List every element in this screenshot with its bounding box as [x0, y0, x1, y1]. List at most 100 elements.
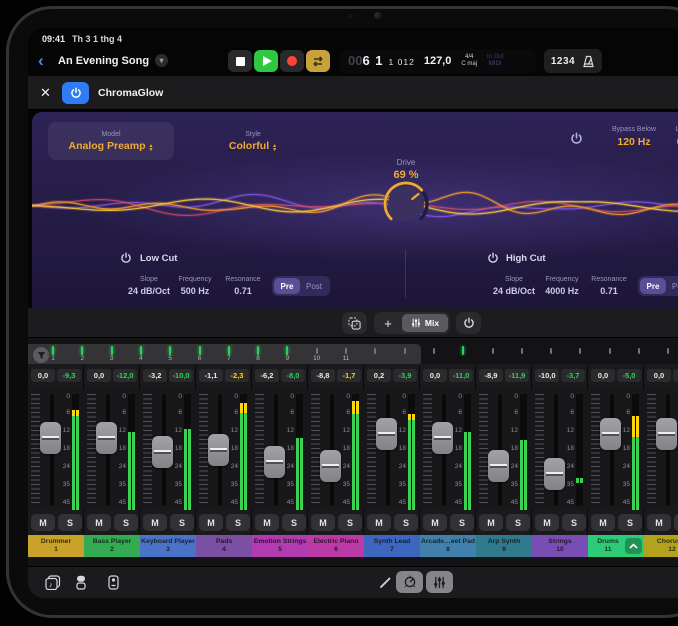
stack-expander-button[interactable]: [625, 538, 642, 554]
pre-button[interactable]: Pre: [640, 278, 666, 294]
chevron-down-icon[interactable]: ▾: [155, 54, 168, 67]
plugins-button[interactable]: [104, 574, 122, 590]
plugin-power-button[interactable]: [62, 82, 89, 104]
controls-view-button[interactable]: [396, 571, 423, 593]
close-icon[interactable]: ✕: [40, 85, 51, 101]
post-button[interactable]: Post: [300, 278, 328, 294]
mute-button[interactable]: M: [31, 514, 55, 531]
mute-button[interactable]: M: [479, 514, 503, 531]
solo-button[interactable]: S: [674, 514, 678, 531]
solo-button[interactable]: S: [282, 514, 306, 531]
mute-button[interactable]: M: [87, 514, 111, 531]
track-name-cell[interactable]: Strings10: [532, 535, 588, 557]
solo-button[interactable]: S: [338, 514, 362, 531]
peak-value-chip[interactable]: -9,3: [57, 369, 81, 382]
track-name-cell[interactable]: Emotion Strings5: [252, 535, 308, 557]
high-cut-frequency[interactable]: Frequency4000 Hz: [540, 276, 584, 296]
peak-value-chip[interactable]: -3,9: [393, 369, 417, 382]
mixer-power-button[interactable]: [456, 312, 481, 334]
fader-handle[interactable]: [40, 422, 61, 454]
mute-button[interactable]: M: [647, 514, 671, 531]
fader-value-chip[interactable]: -6,2: [255, 369, 279, 382]
high-cut-resonance[interactable]: Resonance0.71: [588, 276, 630, 296]
solo-button[interactable]: S: [226, 514, 250, 531]
record-button[interactable]: [280, 50, 304, 72]
track-name-cell[interactable]: Arp Synth9: [476, 535, 532, 557]
solo-button[interactable]: S: [562, 514, 586, 531]
edit-button[interactable]: [376, 574, 394, 590]
level-control[interactable]: Level 0.0: [654, 126, 678, 148]
bypass-power-icon[interactable]: [570, 132, 583, 145]
mute-button[interactable]: M: [591, 514, 615, 531]
peak-value-chip[interactable]: -10,0: [169, 369, 193, 382]
peak-value-chip[interactable]: [673, 369, 678, 382]
fader-value-chip[interactable]: -8,8: [311, 369, 335, 382]
peak-value-chip[interactable]: -1,7: [337, 369, 361, 382]
drive-knob[interactable]: [380, 178, 432, 230]
routing-button[interactable]: [72, 574, 90, 590]
track-name-cell[interactable]: Chorus V12: [644, 535, 678, 557]
solo-button[interactable]: S: [170, 514, 194, 531]
peak-value-chip[interactable]: -11,9: [505, 369, 529, 382]
track-name-cell[interactable]: Arcade…eet Pad8: [420, 535, 476, 557]
high-cut-power-icon[interactable]: [487, 252, 499, 264]
fader-value-chip[interactable]: 0,0: [647, 369, 671, 382]
track-name-cell[interactable]: Keyboard Player3: [140, 535, 196, 557]
solo-button[interactable]: S: [58, 514, 82, 531]
mute-button[interactable]: M: [535, 514, 559, 531]
mute-button[interactable]: M: [143, 514, 167, 531]
low-cut-power-icon[interactable]: [120, 252, 132, 264]
mute-button[interactable]: M: [367, 514, 391, 531]
fader-handle[interactable]: [656, 418, 677, 450]
mix-view-button[interactable]: Mix: [402, 314, 448, 332]
low-cut-frequency[interactable]: Frequency500 Hz: [174, 276, 216, 296]
peak-value-chip[interactable]: -8,0: [281, 369, 305, 382]
fader-handle[interactable]: [544, 458, 565, 490]
track-name-cell[interactable]: Drums11: [588, 535, 644, 557]
back-chevron-icon[interactable]: ‹: [38, 50, 44, 72]
track-name-cell[interactable]: Pads4: [196, 535, 252, 557]
metronome-icon[interactable]: [582, 55, 595, 68]
peak-value-chip[interactable]: -5,0: [617, 369, 641, 382]
post-button[interactable]: Post: [666, 278, 678, 294]
track-name-cell[interactable]: Bass Player2: [84, 535, 140, 557]
fader-value-chip[interactable]: -3,2: [143, 369, 167, 382]
fader-value-chip[interactable]: 0,0: [423, 369, 447, 382]
browser-button[interactable]: ♪: [44, 574, 62, 590]
stop-button[interactable]: [228, 50, 252, 72]
cycle-button[interactable]: [306, 50, 330, 72]
filter-button[interactable]: [33, 347, 49, 363]
lcd-display[interactable]: 006 1 1 012 127,0 4/4C maj In OutMIDI: [340, 49, 536, 73]
add-button[interactable]: +: [374, 316, 402, 331]
bar-ruler[interactable]: 1234567891011: [28, 344, 678, 366]
track-name-cell[interactable]: Drummer1: [28, 535, 84, 557]
solo-button[interactable]: S: [394, 514, 418, 531]
fader-handle[interactable]: [208, 434, 229, 466]
fader-handle[interactable]: [152, 436, 173, 468]
low-cut-slope[interactable]: Slope24 dB/Oct: [126, 276, 172, 296]
style-selector[interactable]: Style Colorful▲▼: [198, 122, 308, 160]
fader-value-chip[interactable]: 0,0: [591, 369, 615, 382]
fader-handle[interactable]: [264, 446, 285, 478]
low-cut-resonance[interactable]: Resonance0.71: [222, 276, 264, 296]
count-in-button[interactable]: 1234: [551, 56, 575, 67]
peak-value-chip[interactable]: -3,7: [561, 369, 585, 382]
track-name-cell[interactable]: Electric Piano6: [308, 535, 364, 557]
solo-button[interactable]: S: [450, 514, 474, 531]
fader-value-chip[interactable]: 0,2: [367, 369, 391, 382]
fader-value-chip[interactable]: 0,0: [87, 369, 111, 382]
peak-value-chip[interactable]: -2,3: [225, 369, 249, 382]
duplicate-button[interactable]: [342, 312, 367, 334]
high-cut-slope[interactable]: Slope24 dB/Oct: [491, 276, 537, 296]
mute-button[interactable]: M: [255, 514, 279, 531]
fader-handle[interactable]: [320, 450, 341, 482]
solo-button[interactable]: S: [506, 514, 530, 531]
fader-value-chip[interactable]: -10,0: [535, 369, 559, 382]
peak-value-chip[interactable]: -12,0: [113, 369, 137, 382]
track-name-cell[interactable]: Synth Lead7: [364, 535, 420, 557]
solo-button[interactable]: S: [618, 514, 642, 531]
model-selector[interactable]: Model Analog Preamp▲▼: [48, 122, 174, 160]
play-button[interactable]: [254, 50, 278, 72]
fader-value-chip[interactable]: -8,9: [479, 369, 503, 382]
fader-handle[interactable]: [600, 418, 621, 450]
